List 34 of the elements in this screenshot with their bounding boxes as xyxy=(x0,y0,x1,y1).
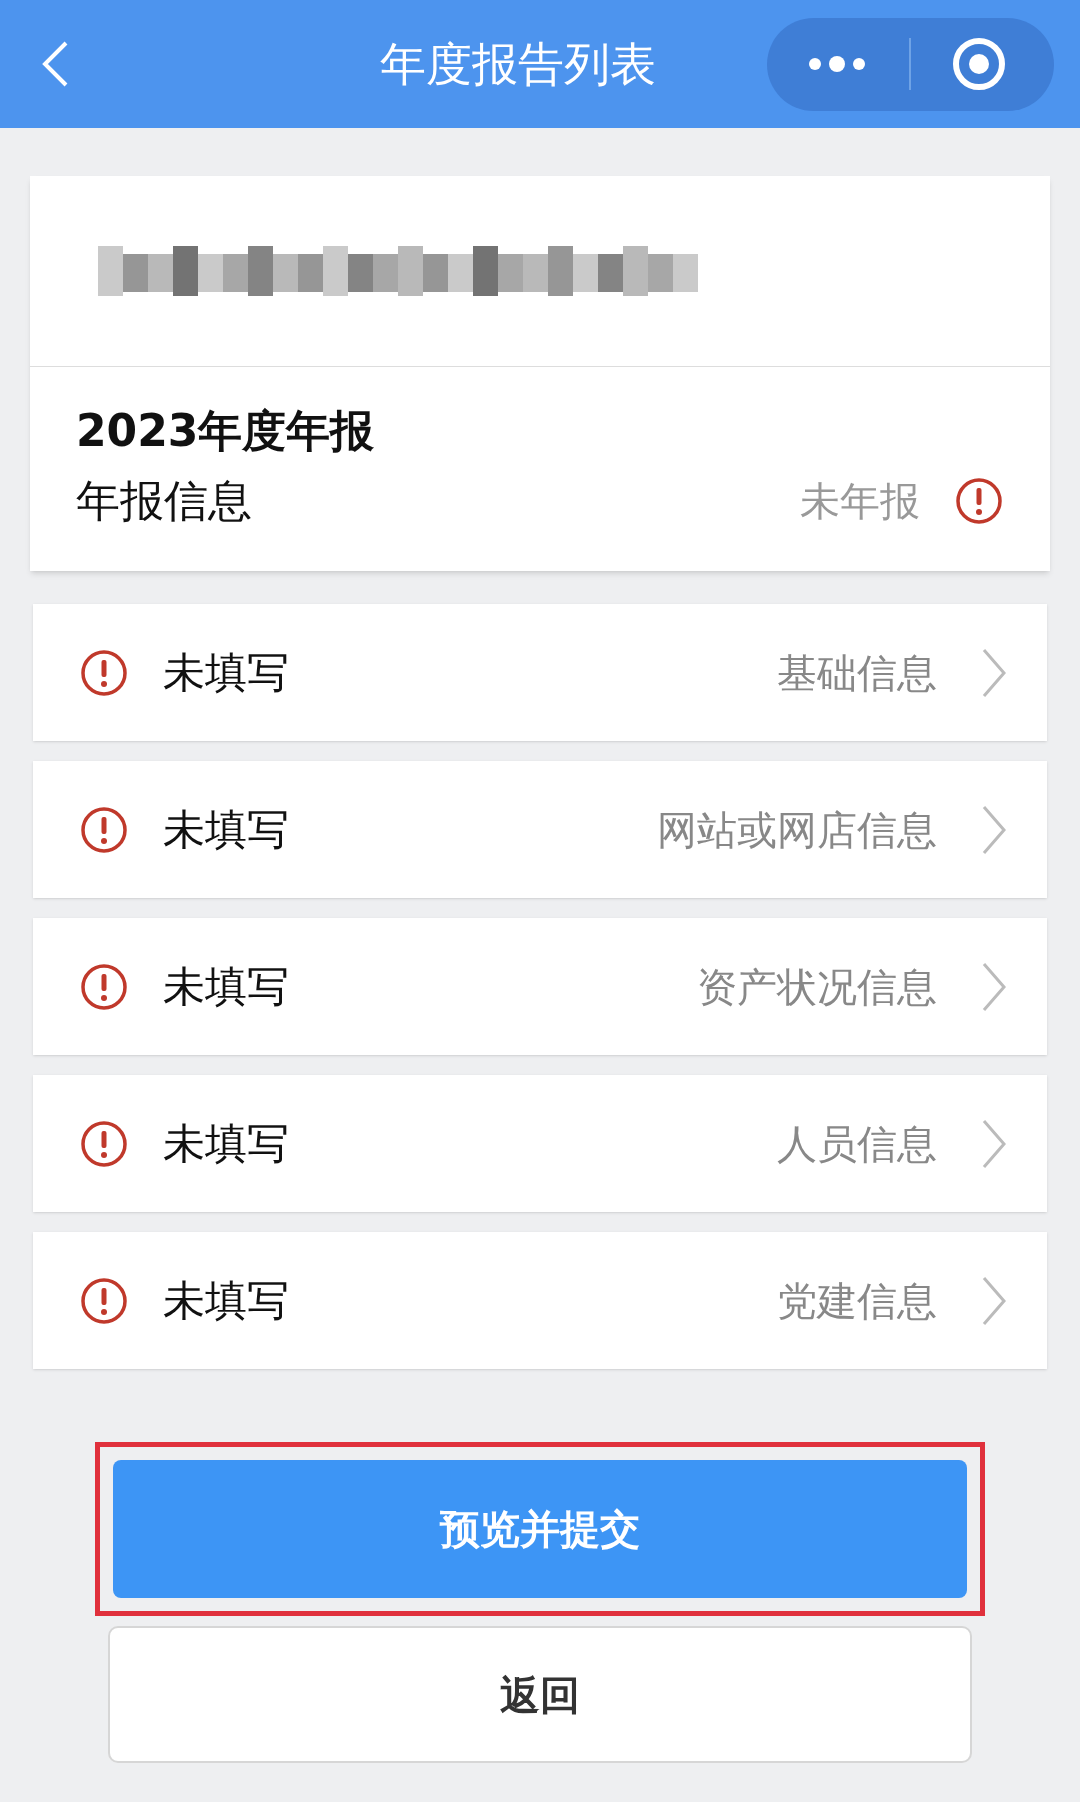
warning-icon xyxy=(79,647,129,698)
section-name: 资产状况信息 xyxy=(697,962,937,1012)
back-button[interactable]: 返回 xyxy=(108,1626,972,1763)
more-icon[interactable] xyxy=(807,54,867,74)
chevron-right-icon xyxy=(981,960,1007,1013)
section-name: 网站或网店信息 xyxy=(657,805,937,855)
section-row[interactable]: 未填写 基础信息 xyxy=(33,604,1047,741)
chevron-right-icon xyxy=(981,803,1007,856)
report-label: 年报信息 xyxy=(76,474,252,528)
warning-icon xyxy=(79,1275,129,1326)
section-row[interactable]: 未填写 资产状况信息 xyxy=(33,918,1047,1055)
close-icon[interactable] xyxy=(951,36,1007,92)
section-status: 未填写 xyxy=(163,647,289,699)
section-row[interactable]: 未填写 党建信息 xyxy=(33,1232,1047,1369)
section-name: 基础信息 xyxy=(777,648,937,698)
report-year-title: 2023年度年报 xyxy=(76,404,376,458)
section-status: 未填写 xyxy=(163,1118,289,1170)
section-status: 未填写 xyxy=(163,1275,289,1327)
section-status: 未填写 xyxy=(163,961,289,1013)
section-name: 人员信息 xyxy=(777,1119,937,1169)
page-title: 年度报告列表 xyxy=(380,36,656,93)
warning-icon xyxy=(79,804,129,855)
chevron-right-icon xyxy=(981,1274,1007,1327)
section-status: 未填写 xyxy=(163,804,289,856)
warning-icon xyxy=(79,1118,129,1169)
report-status: 未年报 xyxy=(800,477,920,526)
section-row[interactable]: 未填写 网站或网店信息 xyxy=(33,761,1047,898)
warning-icon xyxy=(954,476,1004,526)
chevron-right-icon xyxy=(981,1117,1007,1170)
warning-icon xyxy=(79,961,129,1012)
chevron-right-icon xyxy=(981,646,1007,699)
section-row[interactable]: 未填写 人员信息 xyxy=(33,1075,1047,1212)
section-name: 党建信息 xyxy=(777,1276,937,1326)
back-icon[interactable] xyxy=(40,39,70,89)
